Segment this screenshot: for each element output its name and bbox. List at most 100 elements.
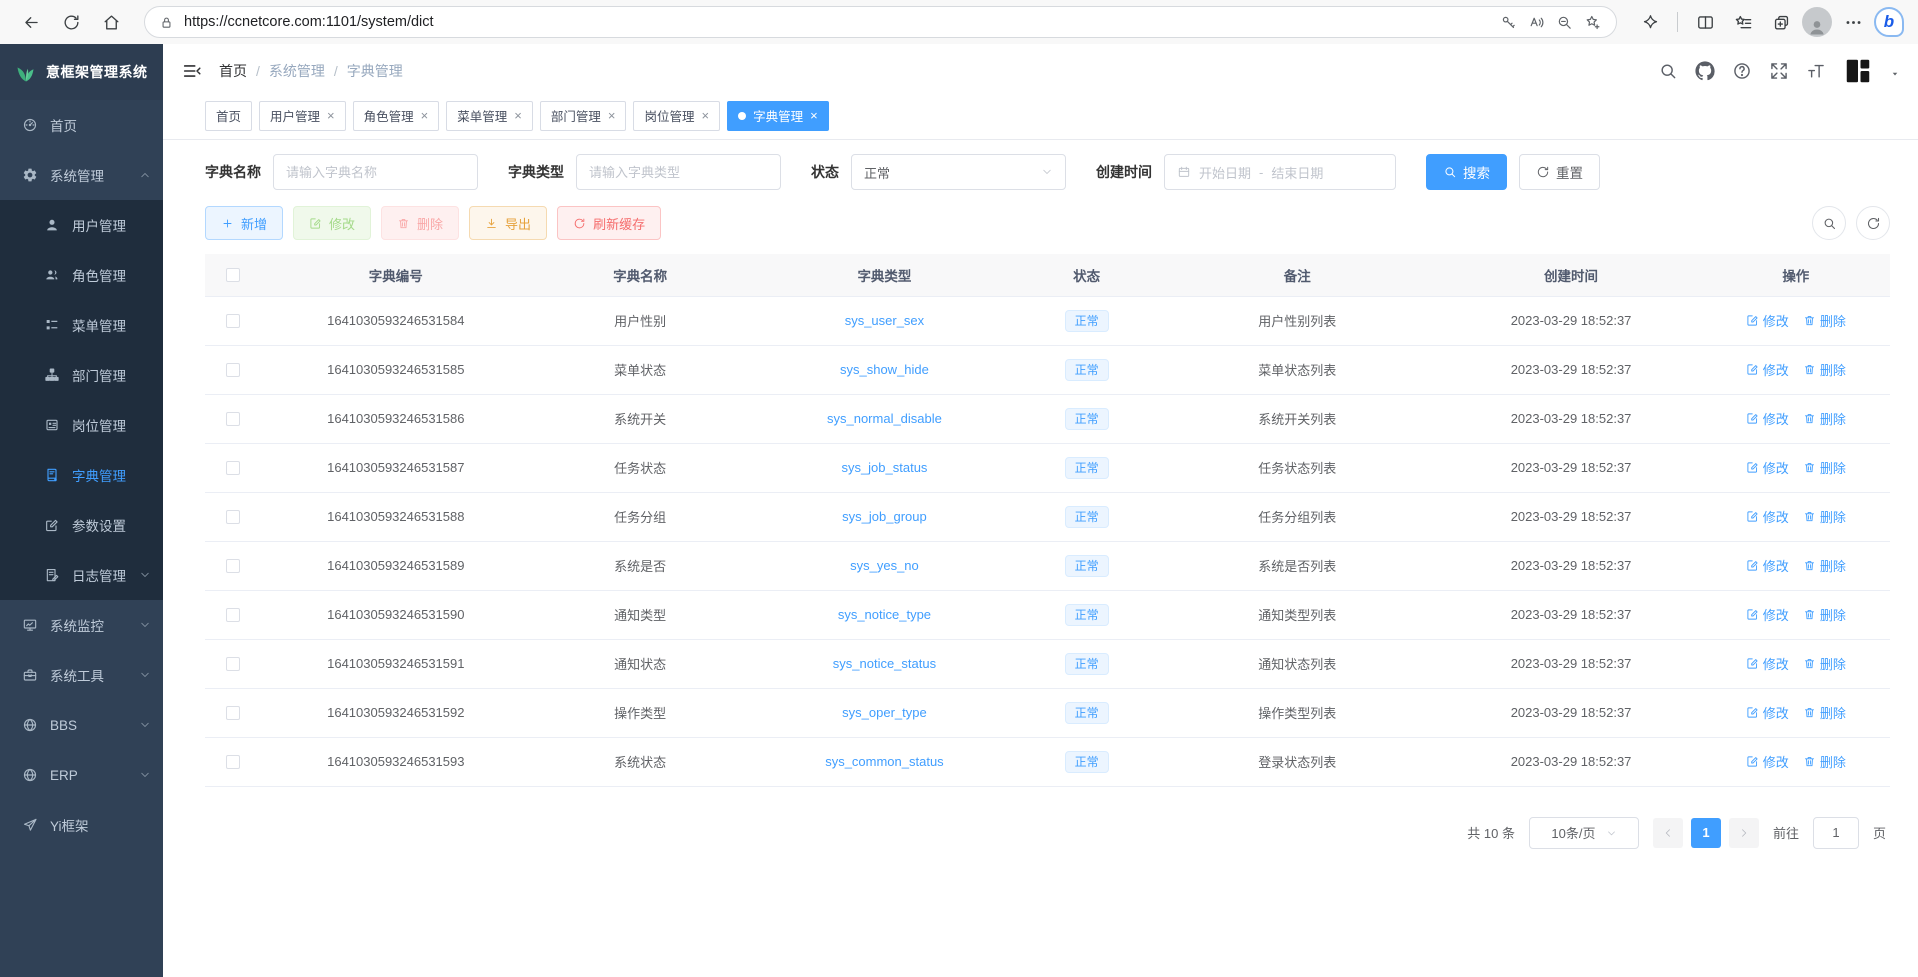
dict-type-link[interactable]: sys_notice_type xyxy=(838,607,931,622)
delete-link[interactable]: 删除 xyxy=(1803,752,1846,771)
dict-type-link[interactable]: sys_job_group xyxy=(842,509,927,524)
row-checkbox[interactable] xyxy=(226,706,240,720)
row-checkbox[interactable] xyxy=(226,510,240,524)
collections-icon[interactable] xyxy=(1764,5,1798,39)
edit-link[interactable]: 修改 xyxy=(1746,752,1789,771)
delete-link[interactable]: 删除 xyxy=(1803,703,1846,722)
sidebar-item-tools[interactable]: 系统工具 xyxy=(0,650,163,700)
toolbar-button-1[interactable]: 修改 xyxy=(293,206,371,240)
more-icon[interactable] xyxy=(1836,5,1870,39)
dict-type-input[interactable] xyxy=(589,165,768,180)
sidebar-item-bbs[interactable]: BBS xyxy=(0,700,163,750)
delete-link[interactable]: 删除 xyxy=(1803,360,1846,379)
edit-link[interactable]: 修改 xyxy=(1746,311,1789,330)
sidebar-item-dept[interactable]: 部门管理 xyxy=(0,350,163,400)
dict-type-link[interactable]: sys_job_status xyxy=(841,460,927,475)
delete-link[interactable]: 删除 xyxy=(1803,605,1846,624)
add-favorite-icon[interactable] xyxy=(1578,8,1606,36)
delete-link[interactable]: 删除 xyxy=(1803,409,1846,428)
delete-link[interactable]: 删除 xyxy=(1803,507,1846,526)
sidebar-item-role[interactable]: 角色管理 xyxy=(0,250,163,300)
row-checkbox[interactable] xyxy=(226,412,240,426)
sidebar-item-home[interactable]: 首页 xyxy=(0,100,163,150)
sidebar-item-monitor[interactable]: 系统监控 xyxy=(0,600,163,650)
edit-link[interactable]: 修改 xyxy=(1746,703,1789,722)
edit-link[interactable]: 修改 xyxy=(1746,507,1789,526)
delete-link[interactable]: 删除 xyxy=(1803,556,1846,575)
github-icon[interactable] xyxy=(1695,61,1715,81)
tag-tab-4[interactable]: 部门管理 × xyxy=(540,101,627,131)
address-bar[interactable]: https://ccnetcore.com:1101/system/dict xyxy=(144,6,1617,38)
close-icon[interactable]: × xyxy=(421,109,429,122)
close-icon[interactable]: × xyxy=(608,109,616,122)
next-page-button[interactable] xyxy=(1729,818,1759,848)
url-text[interactable]: https://ccnetcore.com:1101/system/dict xyxy=(184,14,1494,30)
back-icon[interactable] xyxy=(14,5,48,39)
sidebar-item-user[interactable]: 用户管理 xyxy=(0,200,163,250)
key-icon[interactable] xyxy=(1494,8,1522,36)
row-checkbox[interactable] xyxy=(226,755,240,769)
breadcrumb-item[interactable]: 首页 xyxy=(219,61,247,81)
row-checkbox[interactable] xyxy=(226,363,240,377)
collapse-menu-icon[interactable] xyxy=(181,60,203,82)
close-icon[interactable]: × xyxy=(810,109,818,122)
dict-type-link[interactable]: sys_user_sex xyxy=(845,313,924,328)
search-button[interactable]: 搜索 xyxy=(1426,154,1507,190)
browser-essentials-icon[interactable] xyxy=(1633,5,1667,39)
status-select[interactable]: 正常 xyxy=(851,154,1066,190)
toolbar-button-4[interactable]: 刷新缓存 xyxy=(557,206,661,240)
font-size-icon[interactable] xyxy=(1806,61,1826,81)
bing-copilot-icon[interactable]: b xyxy=(1874,7,1904,37)
profile-avatar[interactable] xyxy=(1802,7,1832,37)
zoom-out-icon[interactable] xyxy=(1550,8,1578,36)
sidebar-item-param[interactable]: 参数设置 xyxy=(0,500,163,550)
refresh-icon[interactable] xyxy=(54,5,88,39)
select-all-checkbox[interactable] xyxy=(226,268,240,282)
read-aloud-icon[interactable] xyxy=(1522,8,1550,36)
favorites-icon[interactable] xyxy=(1726,5,1760,39)
dict-type-link[interactable]: sys_notice_status xyxy=(833,656,936,671)
edit-link[interactable]: 修改 xyxy=(1746,556,1789,575)
dict-type-link[interactable]: sys_show_hide xyxy=(840,362,929,377)
tag-tab-2[interactable]: 角色管理 × xyxy=(353,101,440,131)
close-icon[interactable]: × xyxy=(327,109,335,122)
start-date-placeholder[interactable]: 开始日期 xyxy=(1199,163,1251,182)
delete-link[interactable]: 删除 xyxy=(1803,458,1846,477)
tag-tab-5[interactable]: 岗位管理 × xyxy=(633,101,720,131)
dict-type-link[interactable]: sys_yes_no xyxy=(850,558,919,573)
dict-type-link[interactable]: sys_oper_type xyxy=(842,705,927,720)
delete-link[interactable]: 删除 xyxy=(1803,311,1846,330)
sidebar-item-menu[interactable]: 菜单管理 xyxy=(0,300,163,350)
prev-page-button[interactable] xyxy=(1653,818,1683,848)
toolbar-button-0[interactable]: 新增 xyxy=(205,206,283,240)
current-page-button[interactable]: 1 xyxy=(1691,818,1721,848)
edit-link[interactable]: 修改 xyxy=(1746,360,1789,379)
split-screen-icon[interactable] xyxy=(1688,5,1722,39)
sidebar-item-yi[interactable]: Yi框架 xyxy=(0,800,163,850)
toolbar-button-2[interactable]: 删除 xyxy=(381,206,459,240)
search-icon[interactable] xyxy=(1658,61,1678,81)
sidebar-item-system[interactable]: 系统管理 xyxy=(0,150,163,200)
app-logo[interactable]: 意框架管理系统 xyxy=(0,44,163,100)
edit-link[interactable]: 修改 xyxy=(1746,458,1789,477)
row-checkbox[interactable] xyxy=(226,559,240,573)
row-checkbox[interactable] xyxy=(226,657,240,671)
user-logo-avatar[interactable] xyxy=(1843,56,1873,86)
close-icon[interactable]: × xyxy=(701,109,709,122)
toggle-search-icon[interactable] xyxy=(1812,206,1846,240)
end-date-placeholder[interactable]: 结束日期 xyxy=(1271,163,1323,182)
help-icon[interactable] xyxy=(1732,61,1752,81)
sidebar-item-post[interactable]: 岗位管理 xyxy=(0,400,163,450)
row-checkbox[interactable] xyxy=(226,608,240,622)
sidebar-item-log[interactable]: 日志管理 xyxy=(0,550,163,600)
toolbar-button-3[interactable]: 导出 xyxy=(469,206,547,240)
tag-tab-6[interactable]: 字典管理 × xyxy=(727,101,829,131)
page-size-select[interactable]: 10条/页 xyxy=(1529,817,1639,849)
edit-link[interactable]: 修改 xyxy=(1746,605,1789,624)
dict-type-link[interactable]: sys_common_status xyxy=(825,754,944,769)
home-icon[interactable] xyxy=(94,5,128,39)
sidebar-item-erp[interactable]: ERP xyxy=(0,750,163,800)
fullscreen-icon[interactable] xyxy=(1769,61,1789,81)
tag-tab-1[interactable]: 用户管理 × xyxy=(259,101,346,131)
refresh-table-icon[interactable] xyxy=(1856,206,1890,240)
